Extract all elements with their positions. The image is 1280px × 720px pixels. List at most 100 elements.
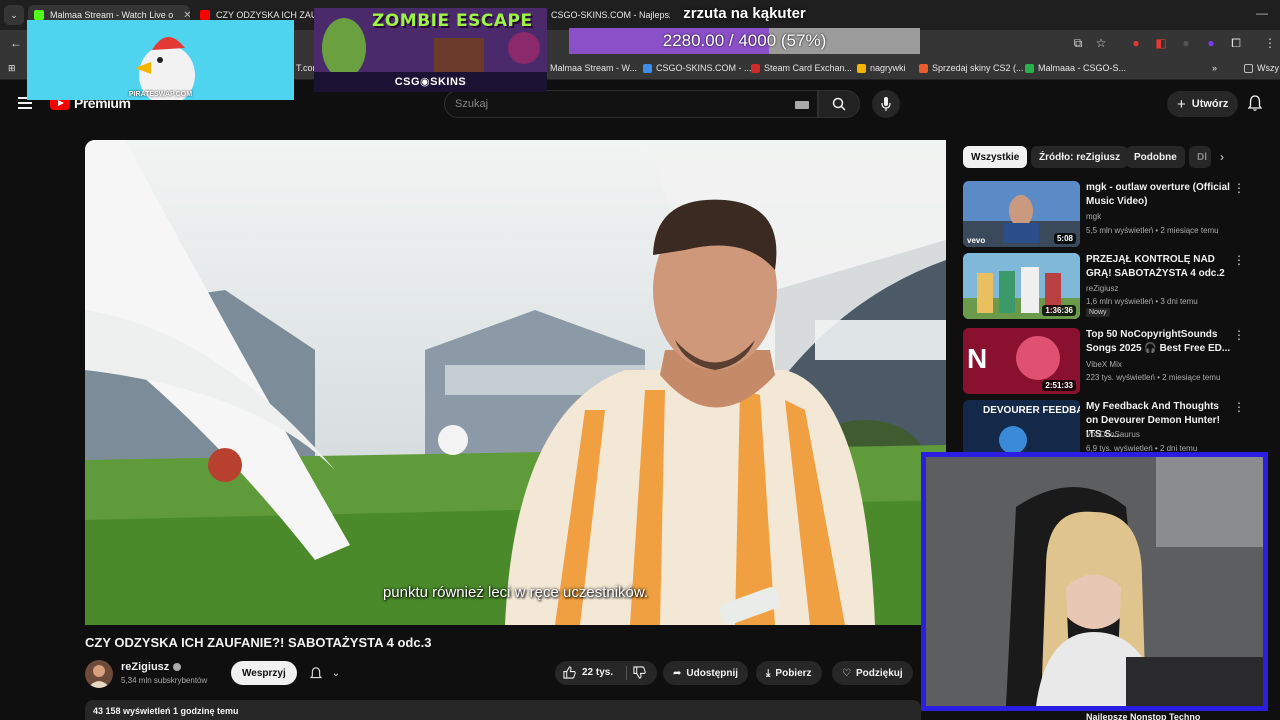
divider (626, 666, 627, 680)
download-button[interactable]: ⤓ Pobierz (756, 661, 822, 685)
youtube-icon (200, 10, 210, 20)
support-button[interactable]: Wesprzyj (231, 661, 297, 685)
bookmark-malmaa[interactable]: Malmaa Stream - W... (550, 63, 637, 73)
video-thumbnail[interactable]: vevo 5:08 (963, 181, 1080, 247)
recommendation-item[interactable]: N 2:51:33 Top 50 NoCopyrightSounds Songs… (963, 328, 1253, 394)
support-label: Wesprzyj (242, 667, 286, 679)
thanks-label: Podziękuj (855, 667, 903, 679)
recommendation-title: PRZEJĄŁ KONTROLĘ NAD GRĄ! SABOTAŻYSTA 4 … (1086, 254, 1225, 279)
svg-text:N: N (967, 343, 987, 374)
extension-icon[interactable]: ◧ (1153, 36, 1169, 50)
chevron-right-icon[interactable]: › (1220, 150, 1224, 164)
store-icon (919, 63, 928, 73)
like-dislike-group: 22 tys. (555, 661, 657, 685)
more-options-icon[interactable]: ⋮ (1233, 181, 1245, 195)
new-badge: Nowy (1086, 308, 1110, 317)
bookmarks-overflow-icon[interactable]: » (1212, 63, 1217, 73)
recommendation-channel: reZigiusz (1086, 284, 1119, 293)
video-frame (85, 140, 946, 625)
donation-goal-title: zrzuta na kąkuter (683, 5, 806, 22)
recommendation-title: Top 50 NoCopyrightSounds Songs 2025 🎧 Be… (1086, 329, 1231, 354)
bookmark-all[interactable]: Wszy (1244, 63, 1279, 73)
keyboard-icon[interactable] (795, 101, 809, 109)
bookmark-sprzedaj[interactable]: Sprzedaj skiny CS2 (... (919, 63, 1024, 73)
search-placeholder: Szukaj (455, 98, 489, 110)
pirateswap-label: PIRATESWAP.COM (128, 91, 193, 98)
dislike-button[interactable] (633, 666, 646, 684)
extension-grey-icon[interactable]: ● (1178, 36, 1194, 50)
recommendation-channel: VibeX Mix (1086, 360, 1122, 369)
channel-name: reZigiusz (121, 661, 170, 673)
donation-goal-text: 2280.00 / 4000 (57%) (662, 31, 827, 50)
recommendation-title: mgk - outlaw overture (Official Music Vi… (1086, 182, 1230, 207)
steam-card-icon (751, 63, 760, 73)
chip-label: Źródło: reZigiusz (1039, 151, 1121, 163)
channel-name-link[interactable]: reZigiusz (121, 661, 182, 673)
share-icon: ➦ (673, 667, 682, 679)
like-button[interactable]: 22 tys. (563, 666, 613, 679)
chip-source[interactable]: Źródło: reZigiusz (1031, 146, 1129, 168)
sheet-icon (1025, 63, 1034, 73)
chip-partial[interactable]: Dl (1189, 146, 1211, 168)
microphone-icon (881, 97, 891, 111)
recommendation-channel: VooDooSaurus (1086, 430, 1140, 439)
video-title: CZY ODZYSKA ICH ZAUFANIE?! SABOTAŻYSTA 4… (85, 635, 432, 650)
video-duration: 2:51:33 (1042, 380, 1076, 391)
recommendation-item[interactable]: 1:36:36 PRZEJĄŁ KONTROLĘ NAD GRĄ! SABOTA… (963, 253, 1253, 319)
streamer-webcam (921, 452, 1268, 711)
more-options-icon[interactable]: ⋮ (1233, 400, 1245, 414)
bookmark-star-icon[interactable]: ☆ (1093, 36, 1109, 50)
extensions-puzzle-icon[interactable]: ⧠ (1228, 36, 1244, 51)
download-icon: ⤓ (766, 667, 771, 679)
create-button[interactable]: + Utwórz (1167, 91, 1239, 117)
thanks-heart-icon: ♡ (842, 667, 851, 679)
video-thumbnail[interactable]: N 2:51:33 (963, 328, 1080, 394)
channel-avatar[interactable] (85, 660, 113, 688)
subscription-bell-button[interactable]: ⌄ (298, 661, 352, 685)
chip-label: Podobne (1134, 151, 1177, 163)
search-input[interactable]: Szukaj (444, 90, 818, 118)
share-button[interactable]: ➦ Udostępnij (663, 661, 749, 685)
voice-search-button[interactable] (872, 90, 900, 118)
search-button[interactable] (818, 90, 860, 118)
video-player[interactable]: punktu również leci w ręce uczestników. (85, 140, 946, 625)
bookmark-label: Malmaaa - CSGO-S... (1038, 63, 1127, 73)
bookmark-csgo-skins[interactable]: CSGO-SKINS.COM - ... (643, 63, 752, 73)
more-options-icon[interactable]: ⋮ (1233, 253, 1245, 267)
csgo-skins-logo: CSG◉SKINS (314, 72, 547, 92)
browser-menu-icon[interactable]: ⋮ (1262, 36, 1278, 50)
recommendation-meta: 1,6 mln wyświetleń • 3 dni temu (1086, 297, 1198, 306)
verified-icon (173, 663, 182, 671)
video-duration: 5:08 (1053, 233, 1076, 244)
recommendation-title: Najlepsze Nonstop Techno (1086, 712, 1201, 720)
svg-text:vevo: vevo (967, 236, 985, 245)
recommendation-meta: 223 tys. wyświetleń • 2 miesiące temu (1086, 373, 1221, 382)
tab-search-button[interactable]: ⌄ (4, 5, 24, 25)
bookmark-label: nagrywki (870, 63, 906, 73)
apps-grid-icon[interactable]: ⊞ (8, 63, 16, 74)
video-thumbnail[interactable]: 1:36:36 (963, 253, 1080, 319)
recommendation-item[interactable]: vevo 5:08 mgk - outlaw overture (Officia… (963, 181, 1253, 247)
bell-icon (309, 666, 322, 678)
thanks-button[interactable]: ♡ Podziękuj (832, 661, 913, 685)
screenshot-icon[interactable]: ⧉ (1070, 36, 1086, 51)
chip-similar[interactable]: Podobne (1126, 146, 1185, 168)
description-box[interactable]: 43 158 wyświetleń 1 godzinę temu (85, 700, 921, 720)
download-label: Pobierz (775, 667, 812, 679)
bookmark-malmaaa[interactable]: Malmaaa - CSGO-S... (1025, 63, 1126, 73)
minimize-icon[interactable]: — (1256, 6, 1268, 20)
globe-icon (643, 63, 652, 73)
chip-all[interactable]: Wszystkie (963, 146, 1028, 168)
close-icon[interactable]: ✕ (183, 10, 190, 21)
bookmark-nagrywki[interactable]: nagrywki (857, 63, 906, 73)
drive-icon (857, 63, 866, 73)
bookmark-label: Steam Card Exchan... (764, 63, 853, 73)
more-options-icon[interactable]: ⋮ (1233, 328, 1245, 342)
extension-purple-icon[interactable]: ● (1203, 36, 1219, 50)
thumbs-down-icon (633, 666, 646, 679)
notifications-bell-icon[interactable] (1247, 95, 1263, 116)
extension-red-icon[interactable]: ● (1128, 36, 1144, 50)
bookmark-steam-card[interactable]: Steam Card Exchan... (751, 63, 852, 73)
search-icon (832, 97, 846, 111)
back-arrow-icon[interactable]: ← (8, 36, 24, 50)
